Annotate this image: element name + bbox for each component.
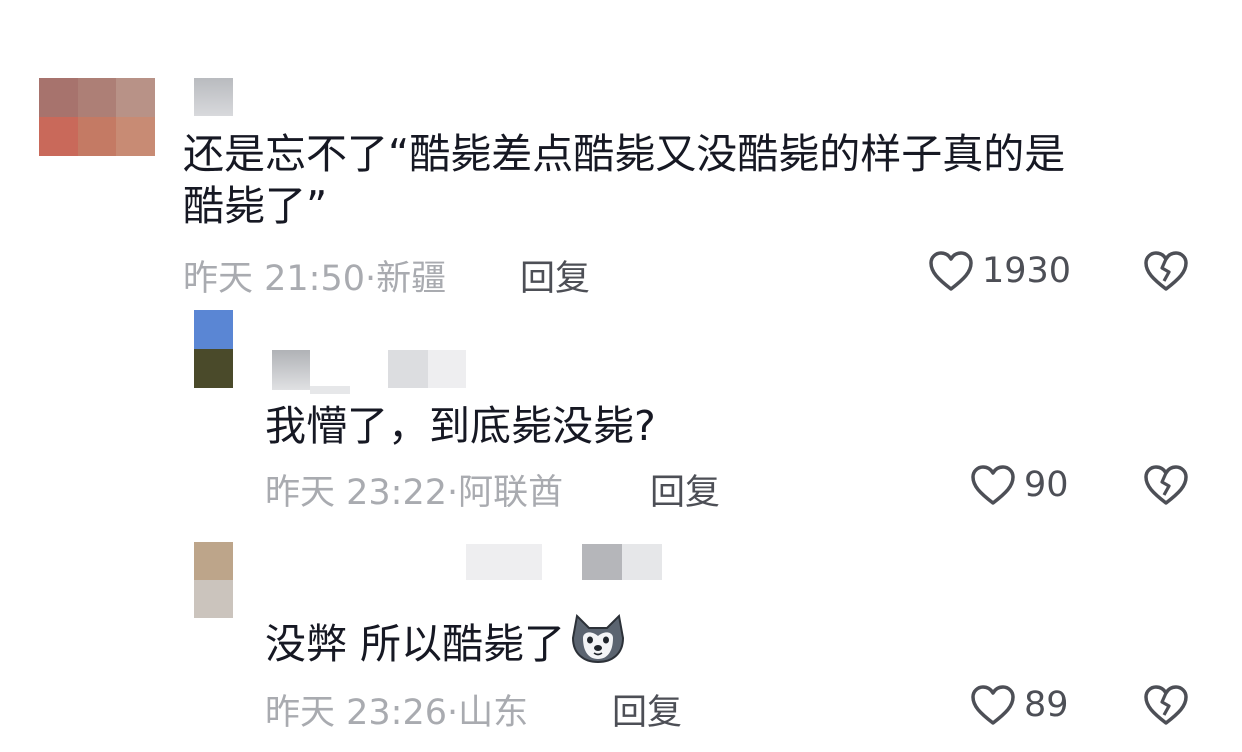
- like-button[interactable]: 90: [970, 464, 1069, 506]
- separator: ·: [365, 259, 377, 299]
- comment-meta: 昨天 21:50·新疆: [183, 250, 446, 301]
- reply-meta: 昨天 23:26·山东: [265, 684, 528, 735]
- username-blurred[interactable]: [582, 544, 622, 580]
- avatar[interactable]: [194, 310, 233, 388]
- heart-outline-icon: [928, 250, 974, 292]
- like-count: 90: [1024, 465, 1069, 505]
- reply-location: 阿联酋: [458, 473, 564, 513]
- avatar[interactable]: [39, 78, 155, 156]
- username-blurred[interactable]: [272, 350, 310, 390]
- broken-heart-icon[interactable]: [1143, 464, 1189, 506]
- reply-button[interactable]: 回复: [650, 464, 720, 515]
- comment-location: 新疆: [376, 259, 447, 299]
- like-button[interactable]: 89: [970, 684, 1069, 726]
- username-blurred[interactable]: [622, 544, 662, 580]
- broken-heart-icon[interactable]: [1143, 250, 1189, 292]
- avatar[interactable]: [194, 542, 233, 618]
- heart-outline-icon: [970, 464, 1016, 506]
- reply-text-row: 没弊 所以酷毙了: [265, 612, 627, 676]
- broken-heart-icon[interactable]: [1143, 684, 1189, 726]
- like-button[interactable]: 1930: [928, 250, 1071, 292]
- username-blurred[interactable]: [388, 350, 428, 388]
- like-count: 1930: [982, 251, 1072, 291]
- separator: ·: [447, 473, 459, 513]
- reply-button[interactable]: 回复: [612, 684, 682, 735]
- reply-text: 我懵了，到底毙没毙?: [265, 402, 656, 450]
- comment-time: 昨天 21:50: [183, 259, 365, 299]
- reply-time: 昨天 23:22: [265, 473, 447, 513]
- username-blurred[interactable]: [428, 350, 466, 388]
- heart-outline-icon: [970, 684, 1016, 726]
- username-blurred[interactable]: [310, 386, 350, 394]
- husky-face-emoji: [569, 612, 627, 676]
- reply-button[interactable]: 回复: [520, 250, 590, 301]
- username-blurred[interactable]: [194, 78, 233, 116]
- separator: ·: [447, 693, 459, 733]
- like-count: 89: [1024, 685, 1069, 725]
- reply-text: 没弊 所以酷毙了: [265, 620, 566, 668]
- comment-text: 还是忘不了“酷毙差点酷毙又没酷毙的样子真的是 酷毙了”: [183, 130, 1066, 230]
- reply-location: 山东: [458, 693, 529, 733]
- reply-meta: 昨天 23:22·阿联酋: [265, 464, 563, 515]
- reply-time: 昨天 23:26: [265, 693, 447, 733]
- username-blurred[interactable]: [466, 544, 542, 580]
